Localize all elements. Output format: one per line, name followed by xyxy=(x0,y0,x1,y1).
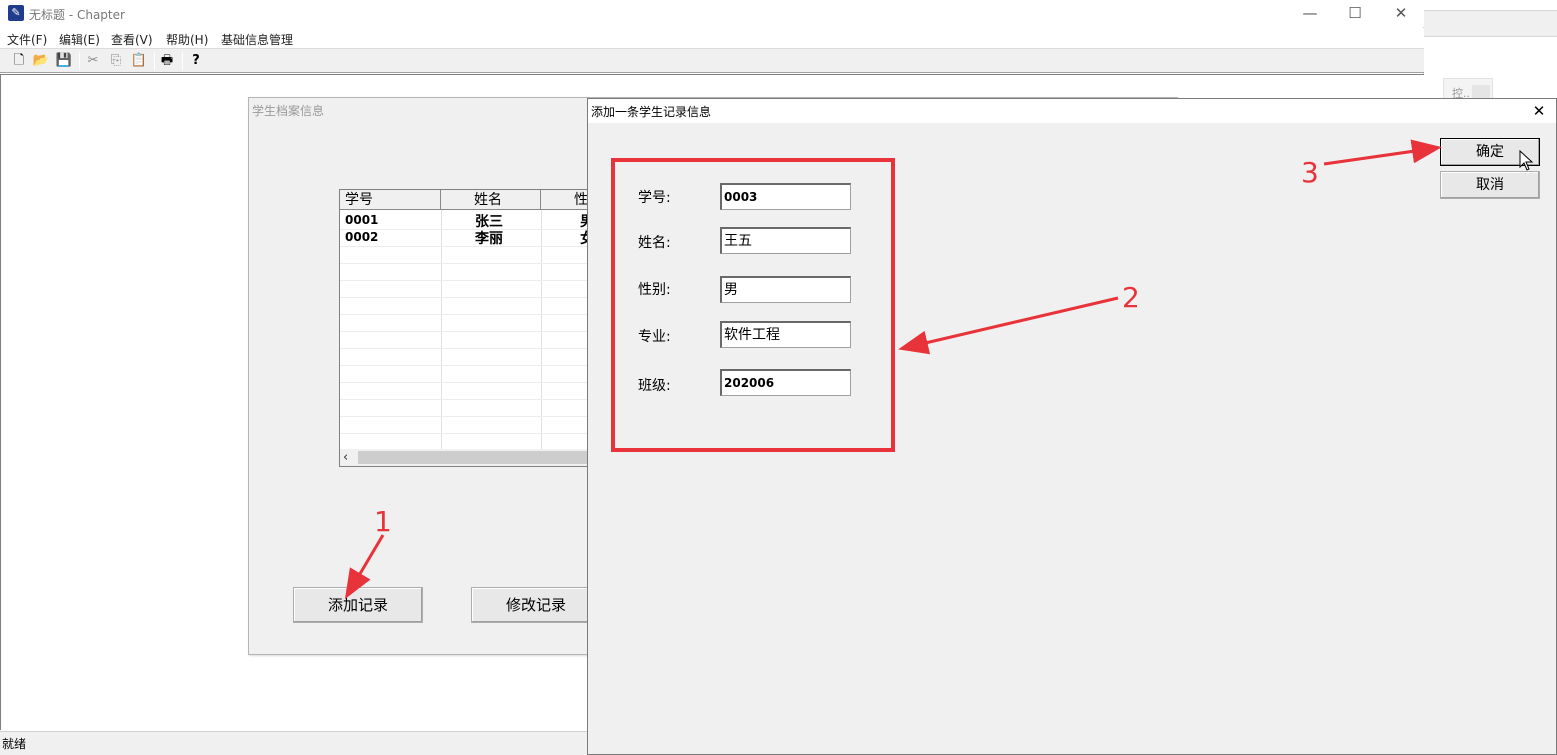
annotation-arrow-2 xyxy=(898,296,1119,355)
mouse-cursor-icon xyxy=(1519,150,1534,171)
annotation-arrow-3 xyxy=(1323,139,1442,166)
annotation-arrows xyxy=(344,139,1442,600)
annotation-arrow-1 xyxy=(344,534,385,600)
